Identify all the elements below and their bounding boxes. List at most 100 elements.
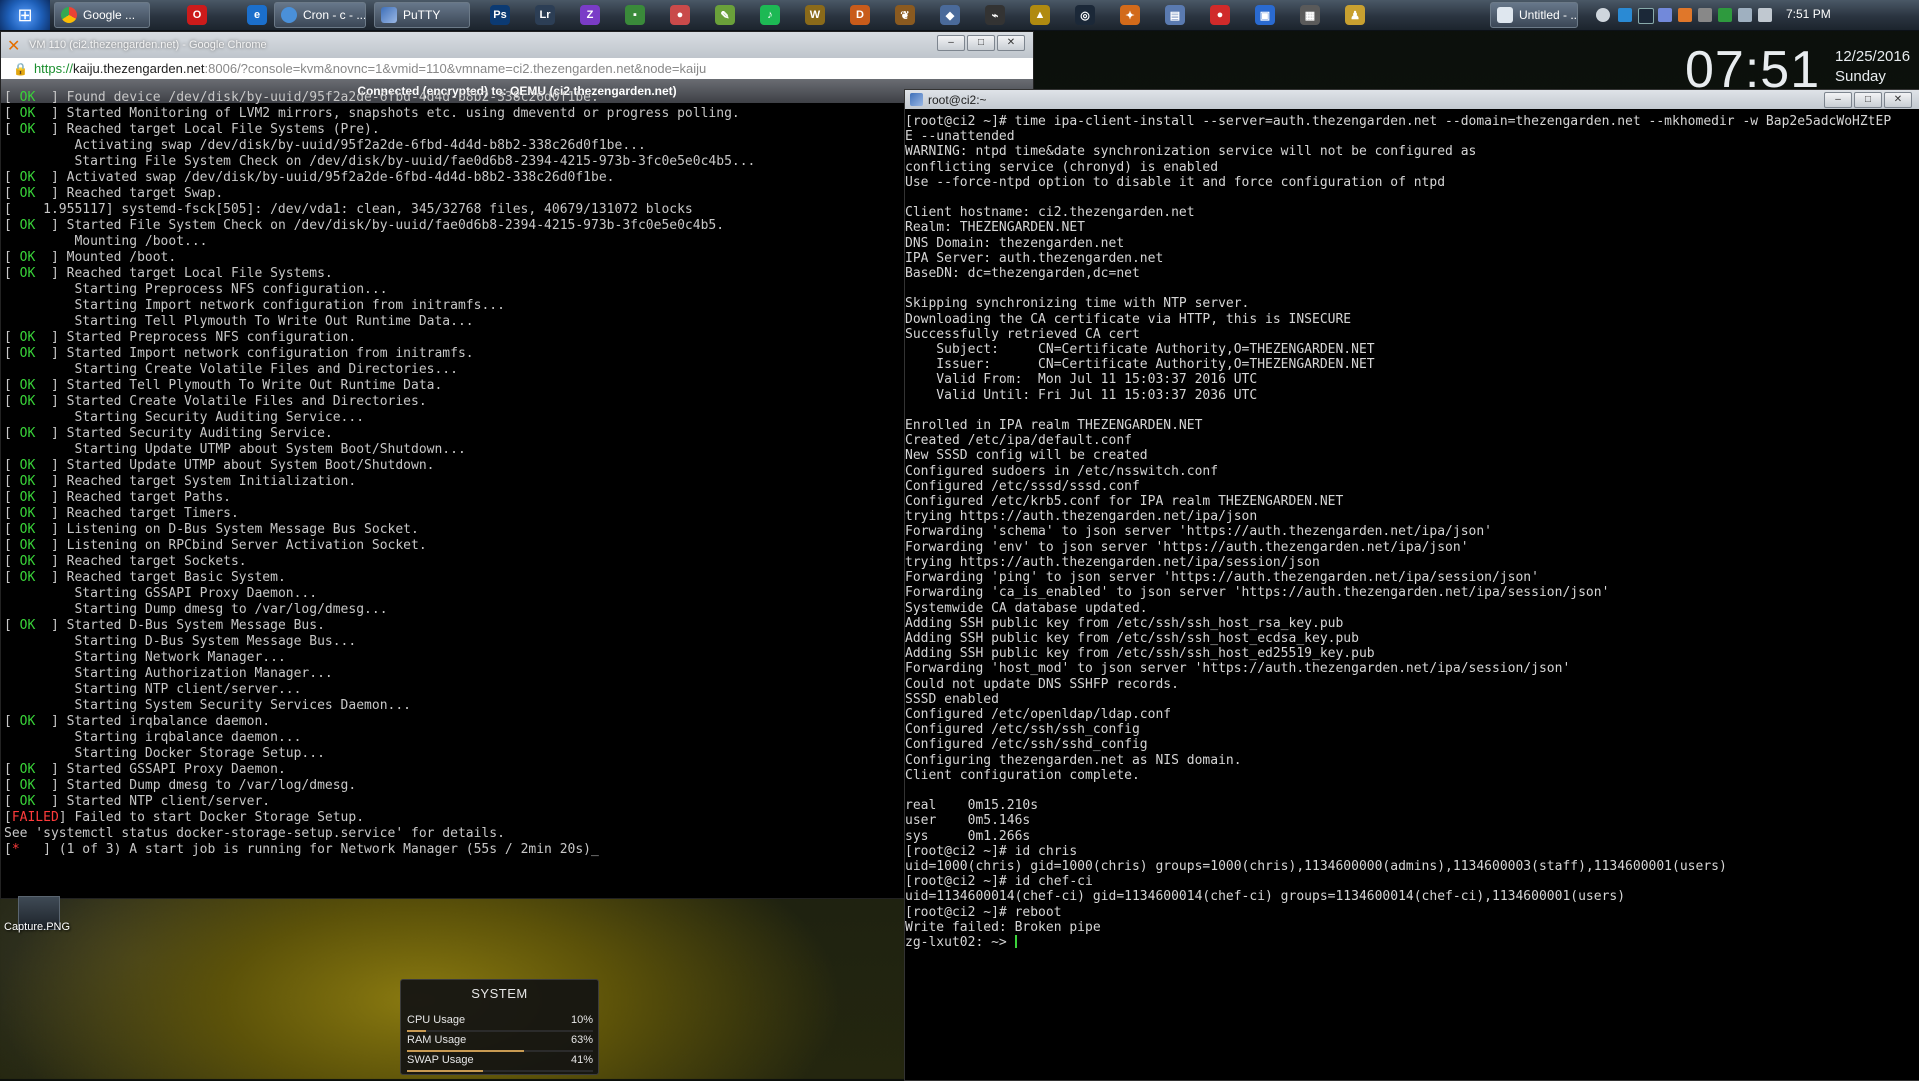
app-red-icon[interactable]: ● — [670, 5, 690, 25]
zotero-icon[interactable]: Z — [580, 5, 600, 25]
taskbar-button-label: PuTTY — [403, 8, 441, 22]
maximize-button[interactable]: □ — [1854, 92, 1882, 108]
taskbar-clock[interactable]: 7:51 PM — [1786, 7, 1831, 21]
flag-tray-icon[interactable] — [1738, 8, 1752, 22]
status-failed-tag: FAILED — [11, 810, 59, 825]
putty-icon — [910, 93, 923, 106]
console-line-text: Reached target Local File Systems. — [66, 266, 333, 281]
ie-icon[interactable]: e — [247, 5, 267, 25]
status-ok-tag: OK — [11, 330, 44, 345]
firefox-tray-icon[interactable] — [1678, 8, 1692, 22]
address-bar[interactable]: 🔒 https:// kaiju.thezengarden.net :8006/… — [1, 58, 1033, 80]
console-line-text: Started Create Volatile Files and Direct… — [66, 394, 427, 409]
putty-title-bar[interactable]: root@ci2:~ – □ ✕ — [905, 90, 1919, 109]
terminal-line: Adding SSH public key from /etc/ssh/ssh_… — [905, 630, 1359, 646]
status-ok-tag: OK — [11, 506, 44, 521]
chrome-title-bar[interactable]: ✕ VM 110 (ci2.thezengarden.net) - Google… — [1, 32, 1033, 58]
folder-icon[interactable]: ▤ — [1165, 5, 1185, 25]
minimize-button[interactable]: – — [937, 35, 965, 51]
console-line: [ OK ] Started GSSAPI Proxy Daemon. — [4, 762, 286, 777]
app-leaf-icon[interactable]: ❦ — [895, 5, 915, 25]
console-line: Starting Authorization Manager... — [4, 666, 1028, 682]
taskbar-button-putty[interactable]: PuTTY — [374, 2, 470, 28]
console-line: [ OK ] Started Import network configurat… — [4, 346, 474, 361]
console-line: [FAILED] Failed to start Docker Storage … — [4, 810, 365, 825]
capture-file-label[interactable]: Capture.PNG — [4, 921, 70, 933]
terminal-line: Forwarding 'ca_is_enabled' to json serve… — [905, 585, 1610, 601]
app-yellow-icon[interactable]: ▲ — [1030, 5, 1050, 25]
console-line-text: Reached target Paths. — [66, 490, 231, 505]
console-line: Starting Update UTMP about System Boot/S… — [4, 442, 1028, 458]
terminal-output[interactable]: [root@ci2 ~]# time ipa-client-install --… — [905, 114, 1917, 1074]
spotify-icon[interactable]: ♪ — [760, 5, 780, 25]
status-ok-tag: OK — [11, 778, 44, 793]
console-line: Starting Network Manager... — [4, 650, 1028, 666]
terminal-line: Configured /etc/ssh/ssh_config — [905, 722, 1140, 738]
console-line: [ OK ] Started File System Check on /dev… — [4, 218, 725, 233]
toggle-icon[interactable] — [1596, 8, 1610, 22]
terminal-line: Configured /etc/openldap/ldap.conf — [905, 706, 1172, 722]
terminal-prompt-line[interactable]: zg-lxut02: ~> — [905, 934, 1917, 950]
taskbar-button-chrome[interactable]: Google ... — [54, 2, 150, 28]
terminal-line: user 0m5.146s — [905, 813, 1031, 829]
app-dark-icon[interactable]: ⌁ — [985, 5, 1005, 25]
volume-tray-icon[interactable] — [1758, 8, 1772, 22]
lightroom-icon[interactable]: Lr — [535, 5, 555, 25]
terminal-line: trying https://auth.thezengarden.net/ipa… — [905, 509, 1258, 525]
console-line: Starting GSSAPI Proxy Daemon... — [4, 586, 1028, 602]
discord-tray-icon[interactable] — [1658, 8, 1672, 22]
user-icon[interactable]: ♟ — [1345, 5, 1365, 25]
console-line: [ OK ] Found device /dev/disk/by-uuid/95… — [4, 90, 599, 105]
status-ok-tag: OK — [11, 570, 44, 585]
status-ok-tag: OK — [11, 378, 44, 393]
terminal-line: Configured sudoers in /etc/nsswitch.conf — [905, 463, 1219, 479]
status-ok-tag: OK — [11, 538, 44, 553]
minimize-button[interactable]: – — [1824, 92, 1852, 108]
maximize-button[interactable]: □ — [967, 35, 995, 51]
terminal-line: uid=1134600014(chef-ci) gid=1134600014(c… — [905, 889, 1626, 905]
app-orange-icon[interactable]: D — [850, 5, 870, 25]
console-line-text: Starting System Security Services Daemon… — [74, 698, 411, 713]
app-blue-icon[interactable]: ▣ — [1255, 5, 1275, 25]
app-green-icon[interactable]: ▪ — [625, 5, 645, 25]
console-line: [ OK ] Started D-Bus System Message Bus. — [4, 618, 325, 633]
steam-icon[interactable]: ◎ — [1075, 5, 1095, 25]
taskbar-button-label: Cron - c - ... — [303, 8, 366, 22]
notepad-icon — [1497, 7, 1513, 23]
console-line-text: Starting Network Manager... — [74, 650, 286, 665]
close-button[interactable]: ✕ — [997, 35, 1025, 51]
vm-console[interactable]: [ OK ] Found device /dev/disk/by-uuid/95… — [4, 90, 1028, 950]
terminal-line: [root@ci2 ~]# id chris — [905, 843, 1078, 859]
app-red2-icon[interactable]: ● — [1210, 5, 1230, 25]
app-orange2-icon[interactable]: ✦ — [1120, 5, 1140, 25]
network-tray-icon[interactable] — [1618, 8, 1632, 22]
taskbar-button-cron[interactable]: Cron - c - ... — [274, 2, 366, 28]
close-button[interactable]: ✕ — [1884, 92, 1912, 108]
calculator-icon[interactable]: ▦ — [1300, 5, 1320, 25]
console-line-text: Starting Preprocess NFS configuration... — [74, 282, 388, 297]
console-line-text: Reached target Basic System. — [66, 570, 286, 585]
status-ok-tag: OK — [11, 762, 44, 777]
console-line-text: Starting Security Auditing Service... — [74, 410, 365, 425]
app-tray-icon[interactable] — [1698, 8, 1712, 22]
start-button[interactable]: ⊞ — [0, 0, 50, 30]
console-line-text: Reached target Local File Systems (Pre). — [66, 122, 380, 137]
opera-icon[interactable]: O — [187, 5, 207, 25]
console-line-text: Started Security Auditing Service. — [66, 426, 333, 441]
notes-icon[interactable]: ✎ — [715, 5, 735, 25]
wow-icon[interactable]: W — [805, 5, 825, 25]
security-tray-icon[interactable] — [1718, 8, 1732, 22]
terminal-line: trying https://auth.thezengarden.net/ipa… — [905, 554, 1320, 570]
cube-icon[interactable]: ◆ — [940, 5, 960, 25]
status-ok-tag: OK — [11, 170, 44, 185]
terminal-line: Realm: THEZENGARDEN.NET — [905, 220, 1086, 236]
console-line: [ OK ] Reached target Sockets. — [4, 554, 247, 569]
terminal-line: Adding SSH public key from /etc/ssh/ssh_… — [905, 615, 1344, 631]
status-ok-tag: OK — [11, 794, 44, 809]
taskbar-button-untitled[interactable]: Untitled - ... — [1490, 2, 1578, 28]
console-line: Starting NTP client/server... — [4, 682, 1028, 698]
steam-tray-icon[interactable] — [1638, 8, 1654, 24]
photoshop-icon[interactable]: Ps — [490, 5, 510, 25]
terminal-line: [root@ci2 ~]# time ipa-client-install --… — [905, 114, 1892, 129]
terminal-line: BaseDN: dc=thezengarden,dc=net — [905, 266, 1140, 282]
